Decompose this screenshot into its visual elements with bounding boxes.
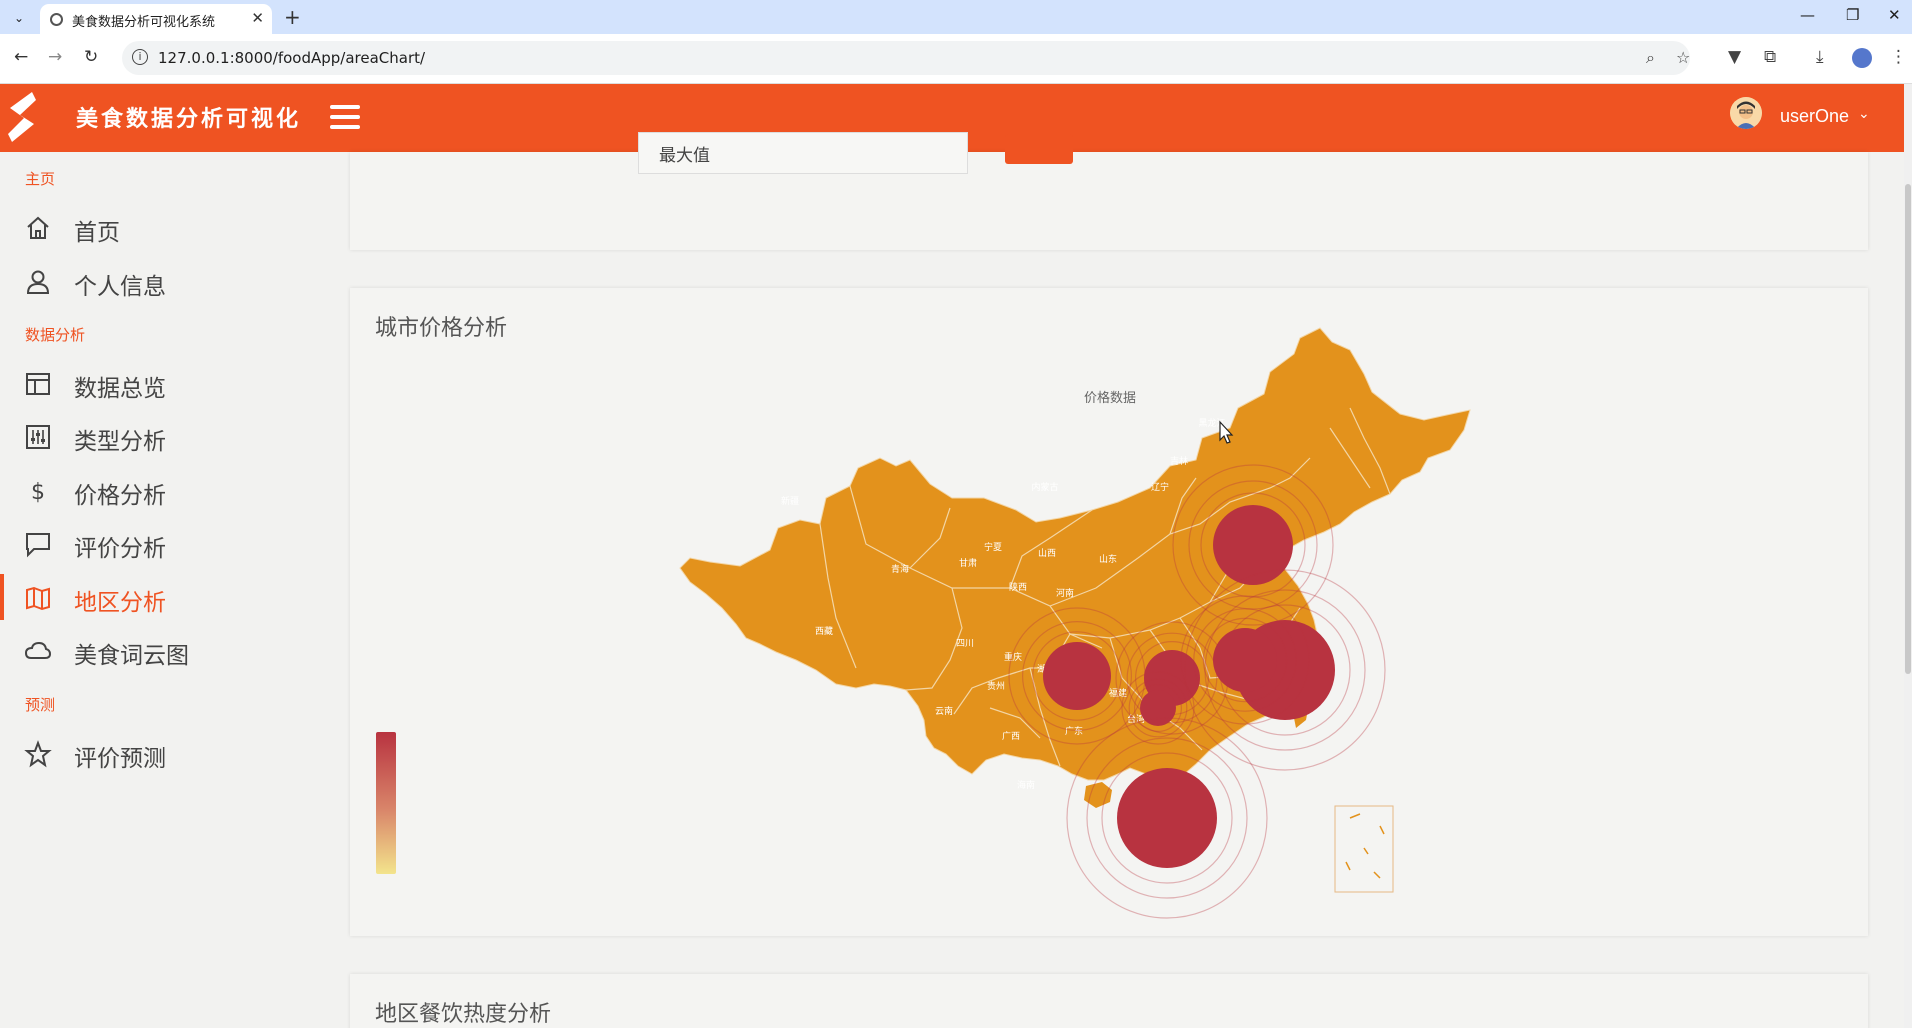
download-icon[interactable]: ⤓ <box>1816 47 1824 67</box>
province-label: 贵州 <box>987 680 1005 692</box>
comment-icon <box>26 533 50 558</box>
inset-islands <box>1345 813 1385 879</box>
user-name[interactable]: userOne <box>1780 106 1849 127</box>
tab-title: 美食数据分析可视化系统 <box>72 15 216 30</box>
province-label: 河南 <box>1056 587 1074 599</box>
sidebar-item-label: 地区分析 <box>74 590 166 616</box>
stat-select[interactable]: 最大值 <box>638 132 968 174</box>
extensions-puzzle-icon[interactable]: ⧉ <box>1764 47 1776 67</box>
card-title: 地区餐饮热度分析 <box>375 1002 552 1027</box>
province-label: 新疆 <box>781 495 799 507</box>
sidebar-section-analysis: 数据分析 <box>25 326 86 344</box>
province-label: 广东 <box>1065 725 1083 737</box>
profile-icon[interactable] <box>1852 48 1872 68</box>
province-label: 陕西 <box>1009 581 1027 593</box>
more-menu-icon[interactable]: ⋮ <box>1890 47 1907 67</box>
svg-text:$: $ <box>31 480 45 505</box>
bubble-core[interactable] <box>1213 505 1293 585</box>
province-label: 内蒙古 <box>1031 481 1058 493</box>
sidebar: 主页 首页 个人信息 数据分析 数据总览 类型分析 $ 价格分析 评价分析 地区… <box>0 152 314 1028</box>
avatar[interactable] <box>1730 97 1762 129</box>
sidebar-item-type[interactable]: 类型分析 <box>0 413 314 459</box>
sidebar-item-review[interactable]: 评价分析 <box>0 520 314 566</box>
logo-icon <box>8 92 36 142</box>
sidebar-item-profile[interactable]: 个人信息 <box>0 258 314 304</box>
province-label: 西藏 <box>815 625 833 637</box>
province-label: 云南 <box>935 705 953 717</box>
search-button[interactable] <box>1005 134 1073 164</box>
browser-tab-strip: ⌄ 美食数据分析可视化系统 ✕ + — ❐ ✕ <box>0 0 1912 34</box>
globe-icon <box>50 13 63 26</box>
province-label: 海南 <box>1017 779 1035 791</box>
sidebar-section-predict: 预测 <box>25 696 56 714</box>
region-heat-card: 地区餐饮热度分析 <box>350 974 1868 1028</box>
bubble-core[interactable] <box>1213 628 1277 692</box>
extension-filter-icon[interactable]: ▼ <box>1728 47 1741 67</box>
address-bar[interactable]: i 127.0.0.1:8000/foodApp/areaChart/ ⌕ ☆ <box>122 41 1690 75</box>
stat-select-value: 最大值 <box>659 146 710 166</box>
sidebar-item-home[interactable]: 首页 <box>0 204 314 250</box>
app-title: 美食数据分析可视化 <box>76 107 302 132</box>
chart-title: 价格数据 <box>1084 390 1136 406</box>
home-icon <box>27 216 49 239</box>
sidebar-item-wordcloud[interactable]: 美食词云图 <box>0 627 314 673</box>
province-label: 吉林 <box>1170 455 1188 467</box>
chevron-down-icon[interactable]: ⌄ <box>1858 106 1870 122</box>
province-label: 山东 <box>1099 553 1117 565</box>
cloud-icon <box>24 641 52 659</box>
sidebar-item-label: 评价分析 <box>74 536 166 562</box>
china-landmass <box>679 327 1471 781</box>
sidebar-item-label: 个人信息 <box>74 274 166 300</box>
sidebar-item-label: 数据总览 <box>74 376 166 402</box>
bubble-core[interactable] <box>1117 768 1217 868</box>
province-label: 青海 <box>891 563 909 575</box>
province-label: 甘肃 <box>959 557 977 569</box>
sidebar-item-label: 美食词云图 <box>74 643 189 669</box>
scrollbar-thumb[interactable] <box>1905 184 1911 674</box>
restore-icon[interactable]: ❐ <box>1846 6 1859 24</box>
city-price-card: 城市价格分析 价格数据 新疆 西藏 青海 甘肃 宁夏 内蒙古 黑龙江 吉林 辽宁… <box>350 288 1868 936</box>
sidebar-item-predict[interactable]: 评价预测 <box>0 730 314 776</box>
province-label: 辽宁 <box>1151 481 1169 493</box>
sidebar-item-label: 价格分析 <box>74 483 166 509</box>
reload-icon[interactable]: ↻ <box>84 47 98 67</box>
back-arrow-icon[interactable]: ← <box>14 47 28 67</box>
sidebar-item-overview[interactable]: 数据总览 <box>0 360 314 406</box>
layout-icon <box>26 373 50 395</box>
sidebar-item-label: 类型分析 <box>74 429 166 455</box>
map-icon <box>26 586 50 611</box>
menu-toggle-icon[interactable] <box>330 105 360 129</box>
browser-toolbar: ← → ↻ i 127.0.0.1:8000/foodApp/areaChart… <box>0 34 1912 84</box>
sidebar-item-region[interactable]: 地区分析 <box>0 574 314 620</box>
page-scrollbar[interactable] <box>1904 84 1912 1028</box>
forward-arrow-icon[interactable]: → <box>48 47 62 67</box>
province-label: 四川 <box>956 639 974 649</box>
sidebar-item-price[interactable]: $ 价格分析 <box>0 467 314 513</box>
visual-map-legend[interactable] <box>376 732 396 874</box>
close-icon[interactable]: ✕ <box>251 9 264 27</box>
active-indicator <box>0 574 4 620</box>
province-label: 广西 <box>1002 730 1020 742</box>
province-label: 山西 <box>1038 548 1056 559</box>
user-icon <box>26 270 50 294</box>
sidebar-item-label: 首页 <box>74 220 120 246</box>
tab-list-chevron-icon[interactable]: ⌄ <box>8 8 30 28</box>
bookmark-star-icon[interactable]: ☆ <box>1676 48 1690 67</box>
bubble-core[interactable] <box>1043 642 1111 710</box>
sliders-icon <box>26 425 50 449</box>
zoom-icon[interactable]: ⌕ <box>1646 48 1655 68</box>
china-map-chart[interactable]: 价格数据 新疆西藏青海甘肃宁夏内蒙古黑龙江吉林辽宁山西陕西河南山东四川重庆贵州云… <box>350 288 1868 936</box>
window-close-icon[interactable]: ✕ <box>1888 6 1901 24</box>
url-text[interactable]: 127.0.0.1:8000/foodApp/areaChart/ <box>158 49 425 67</box>
sidebar-section-home: 主页 <box>25 170 56 188</box>
province-label: 宁夏 <box>984 541 1002 553</box>
star-icon <box>24 740 52 768</box>
browser-tab[interactable]: 美食数据分析可视化系统 ✕ <box>40 4 272 34</box>
new-tab-icon[interactable]: + <box>284 5 301 29</box>
site-info-icon[interactable]: i <box>132 49 148 65</box>
filter-card: 最大值 <box>350 132 1868 250</box>
sidebar-item-label: 评价预测 <box>74 746 166 772</box>
minimize-icon[interactable]: — <box>1800 6 1815 24</box>
dollar-icon: $ <box>31 480 45 505</box>
